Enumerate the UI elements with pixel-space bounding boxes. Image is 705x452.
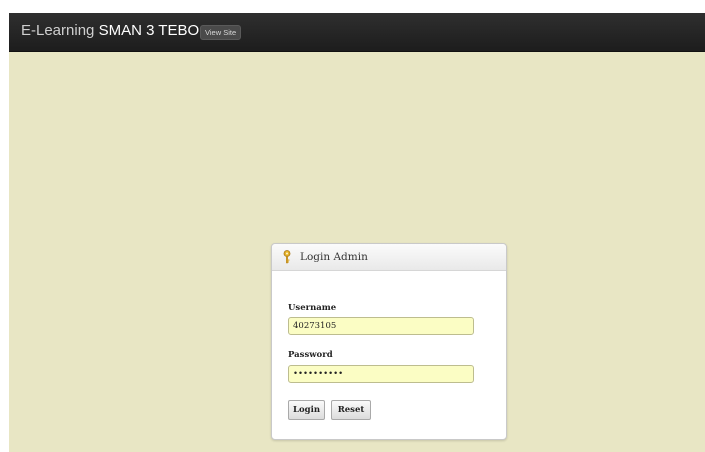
username-label: Username [288, 303, 337, 313]
top-navbar: E-Learning SMAN 3 TEBO View Site [9, 13, 705, 52]
login-button[interactable]: Login [288, 400, 325, 420]
page-background: E-Learning SMAN 3 TEBO View Site Login A… [9, 13, 705, 452]
key-icon [283, 250, 291, 264]
login-panel-header: Login Admin [272, 244, 506, 271]
login-panel: Login Admin Username Password Login Rese… [271, 243, 507, 440]
login-title: Login Admin [300, 251, 368, 263]
site-brand[interactable]: E-Learning SMAN 3 TEBO [21, 22, 199, 40]
password-input[interactable] [288, 365, 474, 383]
view-site-button[interactable]: View Site [200, 25, 242, 40]
password-label: Password [288, 350, 333, 360]
brand-prefix: E-Learning [21, 22, 99, 39]
brand-name: SMAN 3 TEBO [98, 22, 200, 39]
username-input[interactable] [288, 317, 474, 335]
reset-button[interactable]: Reset [331, 400, 371, 420]
